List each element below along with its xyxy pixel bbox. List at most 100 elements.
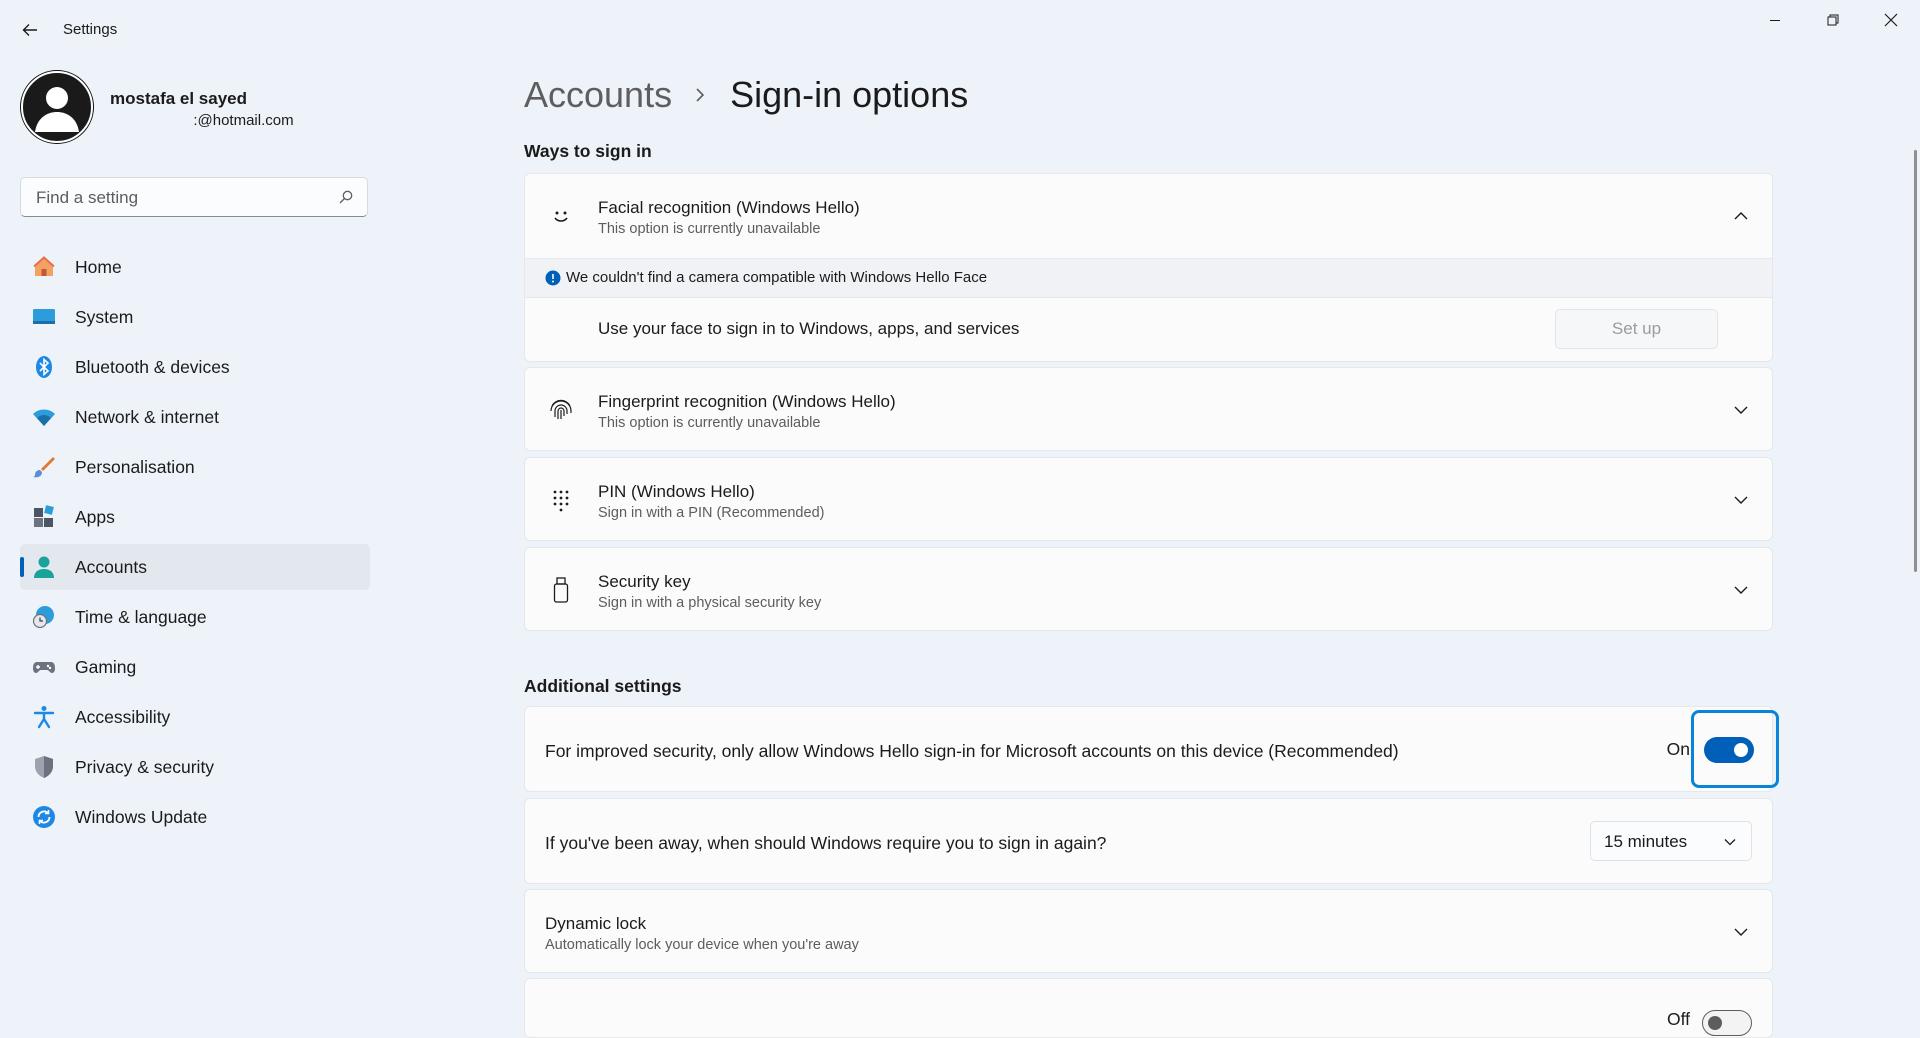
sidebar-item-label: Bluetooth & devices	[75, 356, 230, 377]
section-title-ways: Ways to sign in	[524, 141, 652, 161]
sidebar-item-accounts[interactable]: Accounts	[20, 544, 370, 590]
pin-subtitle: Sign in with a PIN (Recommended)	[598, 505, 825, 521]
toggle-knob	[1708, 1016, 1722, 1030]
dynamic-lock-card[interactable]: Dynamic lock Automatically lock your dev…	[524, 889, 1773, 973]
minimize-button[interactable]	[1752, 0, 1798, 40]
sidebar-item-label: Time & language	[75, 606, 207, 627]
restore-button[interactable]	[1810, 0, 1856, 40]
fingerprint-subtitle: This option is currently unavailable	[598, 415, 821, 431]
home-icon	[33, 256, 55, 276]
face-setup-button[interactable]: Set up	[1555, 309, 1718, 349]
active-indicator	[20, 557, 24, 577]
person-icon	[34, 556, 54, 578]
chevron-down-icon	[1724, 839, 1736, 846]
face-sign-in-description: Use your face to sign in to Windows, app…	[598, 319, 1020, 338]
sidebar-item-network[interactable]: Network & internet	[20, 394, 370, 440]
hello-only-toggle[interactable]	[1704, 737, 1754, 763]
back-arrow-icon	[22, 24, 37, 36]
back-button[interactable]	[16, 16, 44, 44]
pin-card[interactable]: PIN (Windows Hello) Sign in with a PIN (…	[524, 457, 1773, 541]
security-key-card[interactable]: Security key Sign in with a physical sec…	[524, 547, 1773, 631]
sign-in-again-dropdown[interactable]: 15 minutes	[1590, 821, 1752, 861]
brush-icon	[33, 457, 55, 478]
sidebar-item-windows-update[interactable]: Windows Update	[20, 794, 370, 840]
sidebar-nav: Home System Bluetooth & devices Network …	[20, 244, 370, 844]
sidebar-item-system[interactable]: System	[20, 294, 370, 340]
restore-icon	[1827, 14, 1839, 26]
breadcrumb-chevron-icon	[694, 86, 706, 104]
sign-in-again-card: If you've been away, when should Windows…	[524, 798, 1773, 884]
sidebar-item-label: Windows Update	[75, 806, 208, 827]
wifi-icon	[33, 409, 55, 426]
sidebar-item-bluetooth[interactable]: Bluetooth & devices	[20, 344, 370, 390]
sidebar-item-apps[interactable]: Apps	[20, 494, 370, 540]
update-icon	[33, 806, 55, 828]
sidebar-item-time-language[interactable]: Time & language	[20, 594, 370, 640]
dropdown-value: 15 minutes	[1604, 832, 1688, 851]
section-title-additional: Additional settings	[524, 676, 682, 696]
sidebar-item-label: Network & internet	[75, 406, 219, 427]
avatar[interactable]	[20, 70, 94, 144]
sidebar-item-personalisation[interactable]: Personalisation	[20, 444, 370, 490]
chevron-down-icon[interactable]	[1732, 581, 1750, 599]
chevron-down-icon[interactable]	[1732, 491, 1750, 509]
system-icon	[33, 309, 55, 324]
sidebar-item-label: Home	[75, 256, 122, 277]
sidebar-item-label: Accessibility	[75, 706, 171, 727]
sidebar-item-label: Privacy & security	[75, 756, 215, 777]
user-name: mostafa el sayed	[110, 89, 248, 108]
page-title: Sign-in options	[730, 74, 969, 115]
title-bar: Settings	[0, 0, 1920, 60]
globe-clock-icon	[32, 606, 54, 629]
fingerprint-card[interactable]: Fingerprint recognition (Windows Hello) …	[524, 367, 1773, 451]
auto-restart-toggle[interactable]	[1702, 1010, 1752, 1036]
bluetooth-icon	[36, 356, 52, 378]
camera-info-bar: We couldn't find a camera compatible wit…	[525, 258, 1772, 298]
sidebar-item-label: Personalisation	[75, 456, 195, 477]
facial-recognition-title: Facial recognition (Windows Hello)	[598, 198, 860, 217]
pin-title: PIN (Windows Hello)	[598, 482, 755, 501]
person-silhouette-icon	[21, 71, 93, 143]
sidebar-item-label: Gaming	[75, 656, 137, 677]
close-icon	[1884, 13, 1898, 27]
accessibility-icon	[33, 706, 55, 729]
sidebar-item-label: Accounts	[75, 556, 147, 577]
sign-in-again-text: If you've been away, when should Windows…	[545, 833, 1107, 853]
toggle-knob	[1734, 743, 1748, 757]
facial-recognition-card: Facial recognition (Windows Hello) This …	[524, 173, 1773, 362]
window-title: Settings	[63, 21, 118, 38]
hello-only-card: For improved security, only allow Window…	[524, 706, 1773, 792]
usb-key-icon	[545, 574, 577, 606]
search-icon[interactable]	[339, 190, 353, 204]
fingerprint-title: Fingerprint recognition (Windows Hello)	[598, 392, 896, 411]
search-input[interactable]	[34, 178, 328, 218]
auto-restart-card: Off	[524, 978, 1773, 1038]
facial-recognition-header[interactable]: Facial recognition (Windows Hello) This …	[525, 174, 1772, 258]
breadcrumb: Accounts Sign-in options	[524, 70, 968, 120]
dynamic-lock-subtitle: Automatically lock your device when you'…	[545, 937, 859, 953]
breadcrumb-parent[interactable]: Accounts	[524, 74, 672, 116]
user-email: :@hotmail.com	[110, 112, 294, 129]
pin-keypad-icon	[545, 484, 577, 516]
sidebar-item-gaming[interactable]: Gaming	[20, 644, 370, 690]
sidebar-item-privacy[interactable]: Privacy & security	[20, 744, 370, 790]
sidebar-item-label: Apps	[75, 506, 115, 527]
hello-only-text: For improved security, only allow Window…	[545, 741, 1399, 761]
sidebar-item-home[interactable]: Home	[20, 244, 370, 290]
chevron-down-icon[interactable]	[1732, 923, 1750, 941]
minimize-icon	[1770, 20, 1780, 21]
facial-recognition-subtitle: This option is currently unavailable	[598, 221, 821, 237]
user-profile[interactable]: mostafa el sayed :@hotmail.com	[20, 70, 370, 146]
camera-info-text: We couldn't find a camera compatible wit…	[566, 269, 988, 286]
security-key-subtitle: Sign in with a physical security key	[598, 595, 822, 611]
chevron-up-icon[interactable]	[1732, 207, 1750, 225]
search-box[interactable]	[20, 177, 368, 218]
vertical-scrollbar[interactable]	[1914, 150, 1917, 572]
dynamic-lock-title: Dynamic lock	[545, 914, 647, 933]
chevron-down-icon[interactable]	[1732, 401, 1750, 419]
close-button[interactable]	[1868, 0, 1914, 40]
gamepad-icon	[33, 662, 55, 673]
shield-icon	[35, 756, 53, 778]
sidebar-item-accessibility[interactable]: Accessibility	[20, 694, 370, 740]
sidebar-item-label: System	[75, 306, 134, 327]
